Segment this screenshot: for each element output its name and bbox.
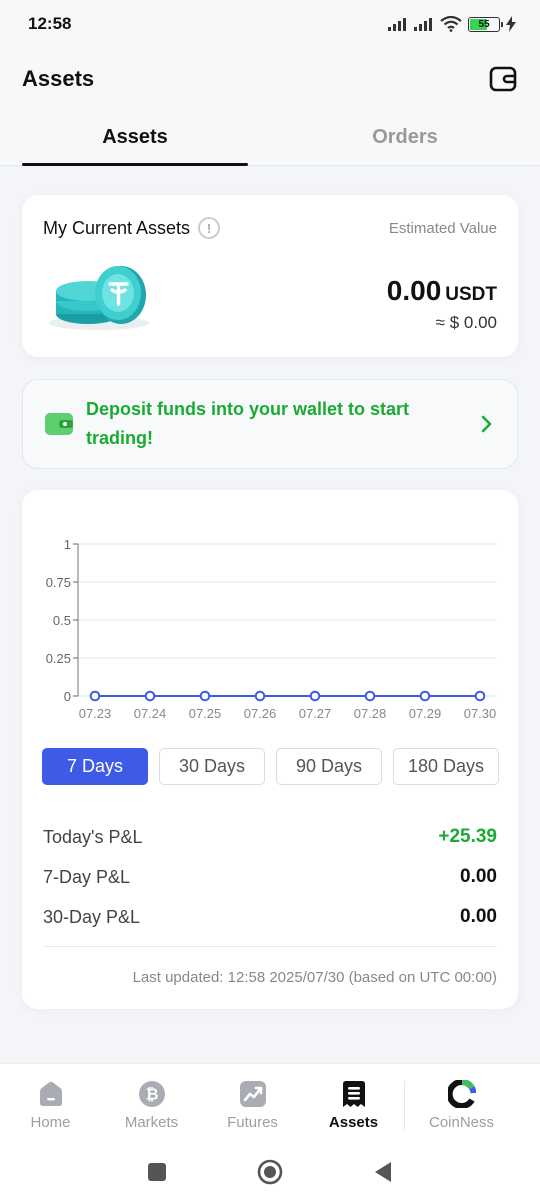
tab-orders[interactable]: Orders [270,110,540,165]
current-assets-card: My Current Assets ! Estimated Value 0.00… [22,195,518,357]
chart-point [474,690,486,702]
chart-y-tick-label: 0.5 [53,613,71,628]
pnl-row-7-day: 7-Day P&L 0.00 [43,857,497,897]
amount-block: 0.00 USDT ≈ $ 0.00 [387,275,497,333]
pnl-value: 0.00 [460,906,497,927]
nav-home[interactable]: Home [0,1064,101,1143]
nav-coinness[interactable]: CoinNess [405,1064,518,1143]
range-selector: 7 Days 30 Days 90 Days 180 Days [42,748,499,785]
chart-x-tick-label: 07.26 [244,706,277,721]
chart-y-tick-label: 1 [64,537,71,552]
bottom-navigation: Home ₿ Markets Futures Assets CoinNess [0,1063,540,1143]
back-icon[interactable] [373,1161,393,1183]
last-updated-text: Last updated: 12:58 2025/07/30 (based on… [132,969,497,986]
status-icons: 55 [388,16,516,32]
pnl-line-chart: 1 0.75 0.5 0.25 0 07.23 07.24 07.25 07.26 07.27 07… [46,537,497,721]
chart-icon [239,1081,266,1107]
approx-usd-value: ≈ $ 0.00 [435,313,497,332]
page-title: Assets [22,66,95,91]
wallet-green-icon [45,413,73,435]
battery-level: 55 [478,18,490,30]
nav-label: CoinNess [428,1114,495,1131]
signal-icon [388,17,408,31]
pnl-row-30-day: 30-Day P&L 0.00 [43,897,497,937]
range-90-days-button[interactable]: 90 Days [276,748,382,785]
range-180-days-button[interactable]: 180 Days [393,748,499,785]
chart-x-tick-label: 07.23 [79,706,112,721]
chart-x-tick-label: 07.24 [134,706,167,721]
chart-x-tick-label: 07.28 [354,706,387,721]
range-7-days-button[interactable]: 7 Days [42,748,148,785]
deposit-text: Deposit funds into your wallet to start … [86,395,469,453]
pnl-summary: Today's P&L +25.39 7-Day P&L 0.00 30-Day… [43,817,497,937]
pnl-value: 0.00 [460,866,497,887]
deposit-text-line1: Deposit funds into your wallet to start [86,399,410,419]
info-icon[interactable]: ! [198,217,221,239]
pnl-value: +25.39 [438,826,497,847]
svg-text:₿: ₿ [145,1085,158,1104]
amount-unit: USDT [445,284,497,305]
chart-point [89,690,101,702]
tab-assets[interactable]: Assets [0,110,270,166]
home-icon [39,1081,62,1106]
wallet-button[interactable] [488,64,518,94]
nav-futures[interactable]: Futures [202,1064,303,1143]
nav-markets[interactable]: ₿ Markets [101,1064,202,1143]
pnl-row-today: Today's P&L +25.39 [43,817,497,857]
tab-bar: Assets Orders [0,110,540,166]
system-navigation-bar [0,1143,540,1200]
coinness-logo-icon [447,1080,476,1108]
pnl-chart-card: 1 0.75 0.5 0.25 0 07.23 07.24 07.25 07.26 07.27 07… [22,490,518,1009]
chart-x-tick-label: 07.25 [189,706,222,721]
nav-assets[interactable]: Assets [303,1064,404,1143]
chart-point [309,690,321,702]
deposit-banner[interactable]: Deposit funds into your wallet to start … [22,379,518,469]
page-header: Assets [0,48,540,110]
chart-y-tick-label: 0 [64,689,71,704]
status-bar: 12:58 55 [0,0,540,48]
chart-point [199,690,211,702]
wifi-icon [440,16,462,32]
receipt-icon [342,1081,365,1107]
status-time: 12:58 [28,14,72,33]
chart-y-tick-label: 0.25 [46,651,71,666]
current-assets-label: My Current Assets [43,217,191,238]
signal-icon-2 [414,17,434,31]
pnl-label: 7-Day P&L [43,866,131,887]
nav-label: Assets [328,1114,379,1131]
amount-value: 0.00 [386,275,442,306]
nav-label: Markets [124,1114,179,1131]
chart-x-tick-label: 07.27 [299,706,332,721]
chart-point [364,690,376,702]
chart-point [419,690,431,702]
usdt-coin-icon [49,266,149,330]
battery-icon: 55 [468,16,503,32]
wallet-icon [489,66,517,92]
estimated-value-label: Estimated Value [388,219,497,237]
pnl-label: 30-Day P&L [43,906,141,927]
current-assets-label-group: My Current Assets ! [43,217,221,239]
bitcoin-icon: ₿ [138,1081,165,1107]
home-circle-icon[interactable] [257,1159,283,1185]
nav-label: Home [30,1114,71,1131]
chart-x-tick-label: 07.29 [409,706,442,721]
total-amount: 0.00 USDT [387,275,497,307]
chevron-right-icon [481,415,492,433]
charging-icon [506,16,516,32]
chart-point [254,690,266,702]
chart-point [144,690,156,702]
recents-icon[interactable] [147,1162,167,1182]
chart-y-tick-label: 0.75 [46,575,71,590]
chart-x-tick-label: 07.30 [464,706,497,721]
divider [43,946,497,947]
range-30-days-button[interactable]: 30 Days [159,748,265,785]
pnl-label: Today's P&L [43,826,143,847]
deposit-text-line2: trading! [86,428,153,448]
nav-label: Futures [227,1114,278,1131]
